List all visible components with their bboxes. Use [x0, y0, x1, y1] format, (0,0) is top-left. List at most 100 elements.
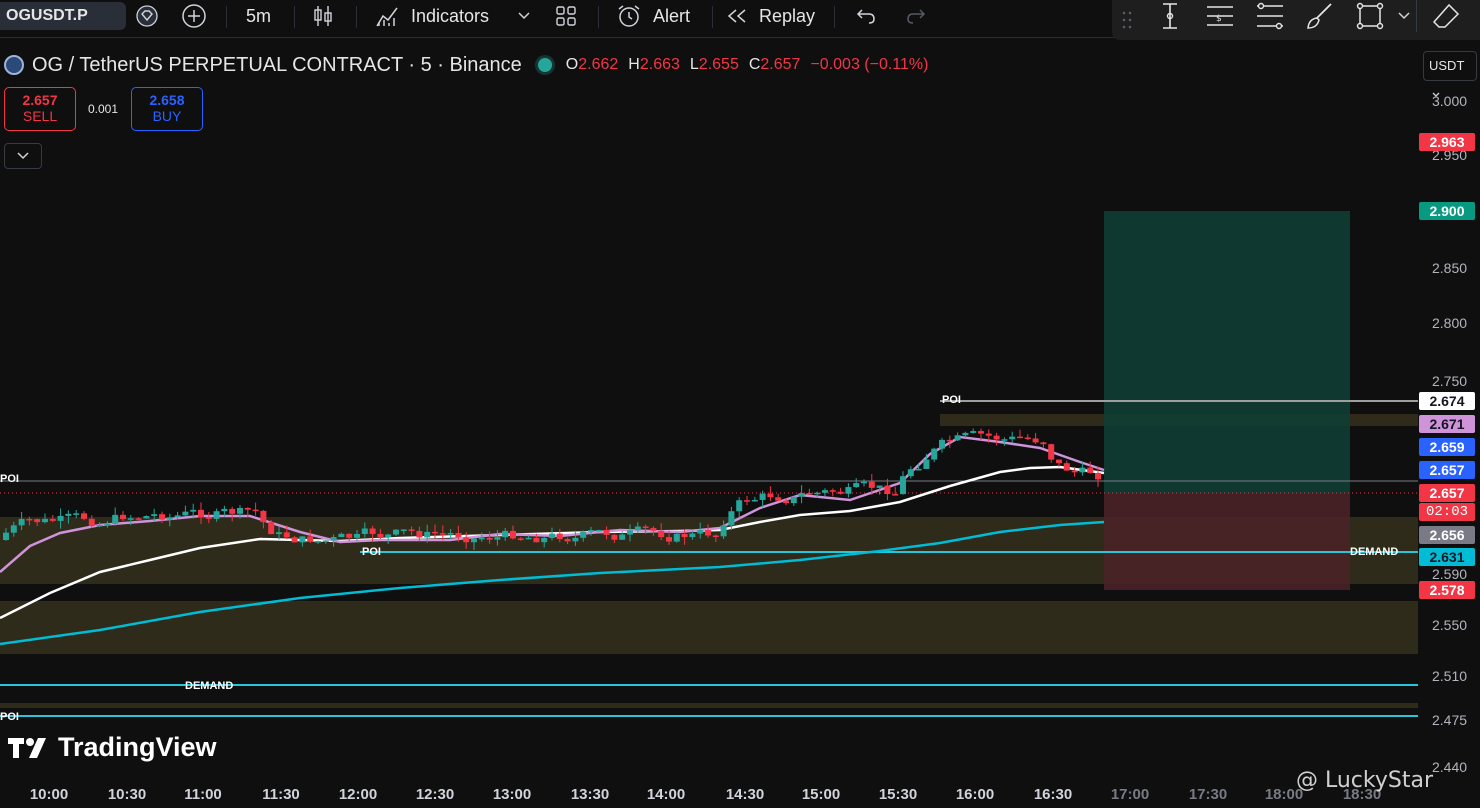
candle-body — [276, 532, 282, 535]
candle-body — [556, 533, 563, 540]
time-tick-label: 17:30 — [1188, 786, 1228, 803]
candle-body — [868, 481, 875, 488]
candle-body — [744, 500, 750, 502]
candle-body — [237, 507, 243, 514]
candle-body — [174, 515, 181, 518]
price-tick-label: 2.800 — [1432, 315, 1468, 331]
candle-body — [377, 533, 384, 537]
collapse-legend-button[interactable] — [4, 143, 42, 169]
candle-body — [151, 514, 158, 517]
buy-button[interactable]: 2.658 BUY — [131, 87, 203, 131]
candle-body — [1087, 467, 1094, 473]
sell-label: SELL — [22, 108, 58, 124]
candle-body — [510, 530, 516, 539]
candle-body — [260, 510, 267, 523]
candle-body — [432, 531, 438, 534]
candle-body — [127, 518, 134, 520]
poi-label: POI — [0, 473, 19, 485]
time-tick-label: 15:00 — [801, 786, 841, 803]
candle-body — [463, 537, 470, 543]
candle-body — [307, 536, 314, 542]
close-value: 2.657 — [760, 56, 801, 73]
candle-body — [190, 509, 197, 512]
candle-body — [10, 525, 17, 533]
candle-body — [400, 529, 407, 531]
time-tick-label: 14:30 — [725, 786, 765, 803]
candle-body — [447, 533, 454, 535]
candle-body — [471, 538, 477, 543]
candle-body — [96, 524, 103, 527]
candle-body — [221, 508, 228, 512]
candle-body — [299, 536, 306, 543]
candle-body — [751, 499, 758, 502]
candle-body — [49, 518, 56, 521]
candle-body — [541, 537, 548, 543]
candle-body — [681, 533, 688, 538]
candle-body — [806, 493, 813, 495]
candle-body — [182, 511, 189, 516]
coin-logo-icon — [4, 55, 24, 75]
candle-body — [642, 526, 649, 529]
candle-body — [705, 530, 711, 536]
legend-title: OG / TetherUS PERPETUAL CONTRACT · 5 · B… — [32, 53, 522, 76]
candle-body — [494, 537, 501, 540]
candle-body — [861, 481, 867, 484]
price-tick-label: 2.475 — [1432, 712, 1468, 728]
candle-body — [57, 515, 64, 521]
candle-body — [486, 537, 493, 540]
candle-body — [814, 492, 821, 495]
candle-body — [837, 491, 844, 494]
candle-body — [330, 537, 337, 541]
open-value: 2.662 — [578, 56, 619, 73]
time-tick-label: 11:00 — [184, 786, 222, 803]
candle-body — [946, 439, 953, 442]
candle-body — [18, 518, 25, 526]
tradingview-logo[interactable]: TradingView — [8, 732, 217, 763]
watermark-text: @ LuckyStar — [1296, 768, 1433, 793]
time-tick-label: 10:00 — [29, 786, 69, 803]
currency-selector[interactable]: USDT — [1423, 51, 1477, 97]
time-tick-label: 13:00 — [492, 786, 532, 803]
chart-legend: OG / TetherUS PERPETUAL CONTRACT · 5 · B… — [4, 52, 928, 78]
candle-body — [26, 518, 33, 521]
candle-body — [1048, 444, 1055, 460]
candle-body — [393, 529, 399, 535]
candle-body — [962, 432, 969, 436]
candle-body — [354, 533, 360, 538]
candle-body — [611, 534, 618, 540]
sell-button[interactable]: 2.657 SELL — [4, 87, 76, 131]
candle-body — [104, 523, 111, 526]
candle-body — [517, 538, 524, 540]
time-tick-label: 16:00 — [955, 786, 995, 803]
market-status-icon — [537, 58, 552, 72]
price-axis-label: 2.578 — [1419, 581, 1475, 599]
chevron-down-icon — [17, 152, 29, 160]
candle-body — [338, 533, 345, 538]
candle-body — [73, 513, 80, 515]
candle-body — [931, 448, 938, 460]
buy-label: BUY — [152, 108, 182, 124]
candle-body — [939, 439, 945, 449]
candle-body — [666, 537, 672, 542]
candle-body — [166, 517, 173, 520]
candle-body — [369, 528, 376, 534]
spread-value: 0.001 — [88, 102, 119, 116]
candle-body — [502, 530, 509, 538]
time-tick-label: 10:30 — [107, 786, 147, 803]
candle-body — [1079, 467, 1086, 473]
candle-body — [588, 530, 594, 532]
candle-body — [572, 537, 579, 542]
candle-body — [1024, 437, 1031, 439]
price-axis-label: 2.659 — [1419, 438, 1475, 456]
tradingview-logo-icon — [8, 737, 46, 758]
logo-text: TradingView — [58, 732, 217, 762]
candle-body — [42, 518, 48, 523]
price-axis-label: 02:03 — [1419, 503, 1475, 521]
candle-body — [853, 483, 860, 488]
candle-body — [775, 497, 782, 501]
low-key: L — [689, 56, 699, 73]
candle-body — [1040, 442, 1047, 445]
candle-body — [689, 533, 696, 538]
candle-body — [1001, 439, 1008, 441]
candle-body — [416, 530, 423, 538]
